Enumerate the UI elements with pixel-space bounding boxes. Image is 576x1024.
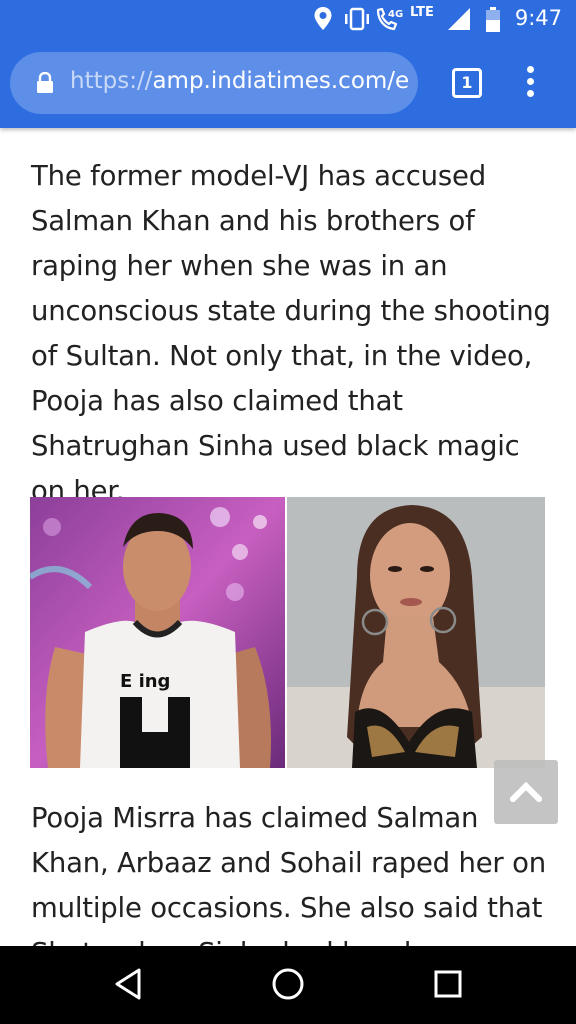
url-scheme: https:// [70,68,153,94]
status-bar: 4G LTE 9:47 [0,0,576,40]
url-host: amp.indiatimes.com/e [152,68,410,94]
pooja-misrra-photo [287,497,545,768]
home-icon[interactable] [271,966,305,1002]
menu-dot-icon [527,78,534,85]
recents-icon[interactable] [433,966,463,1002]
article-paragraph: The former model-VJ has accused Salman K… [31,160,551,507]
back-icon[interactable] [112,966,144,1002]
article-image[interactable]: E ing [30,497,545,768]
location-icon [314,7,332,30]
address-bar[interactable]: https://amp.indiatimes.com/e [10,52,418,114]
phone-screen: 4G LTE 9:47 https://amp.indiatimes.com/e… [0,0,576,1024]
signal-icon [448,8,470,30]
system-navigation-bar [0,946,576,1024]
lock-icon [37,72,53,93]
clock: 9:47 [514,6,562,30]
tab-switcher-button[interactable]: 1 [452,68,482,98]
battery-icon [486,7,500,32]
overflow-menu-button[interactable] [516,66,546,98]
network-sub-label: 4G [388,9,404,20]
menu-dot-icon [527,90,534,97]
scroll-to-top-button[interactable] [494,760,558,824]
url-text[interactable]: https://amp.indiatimes.com/e [70,68,415,94]
vibrate-icon [345,7,369,31]
tank-top-print: E ing [120,671,170,692]
chevron-up-icon [510,781,542,802]
salman-khan-photo: E ing [30,497,285,768]
network-type-label: LTE [410,5,434,20]
menu-dot-icon [527,66,534,73]
browser-toolbar: 4G LTE 9:47 https://amp.indiatimes.com/e… [0,0,576,128]
